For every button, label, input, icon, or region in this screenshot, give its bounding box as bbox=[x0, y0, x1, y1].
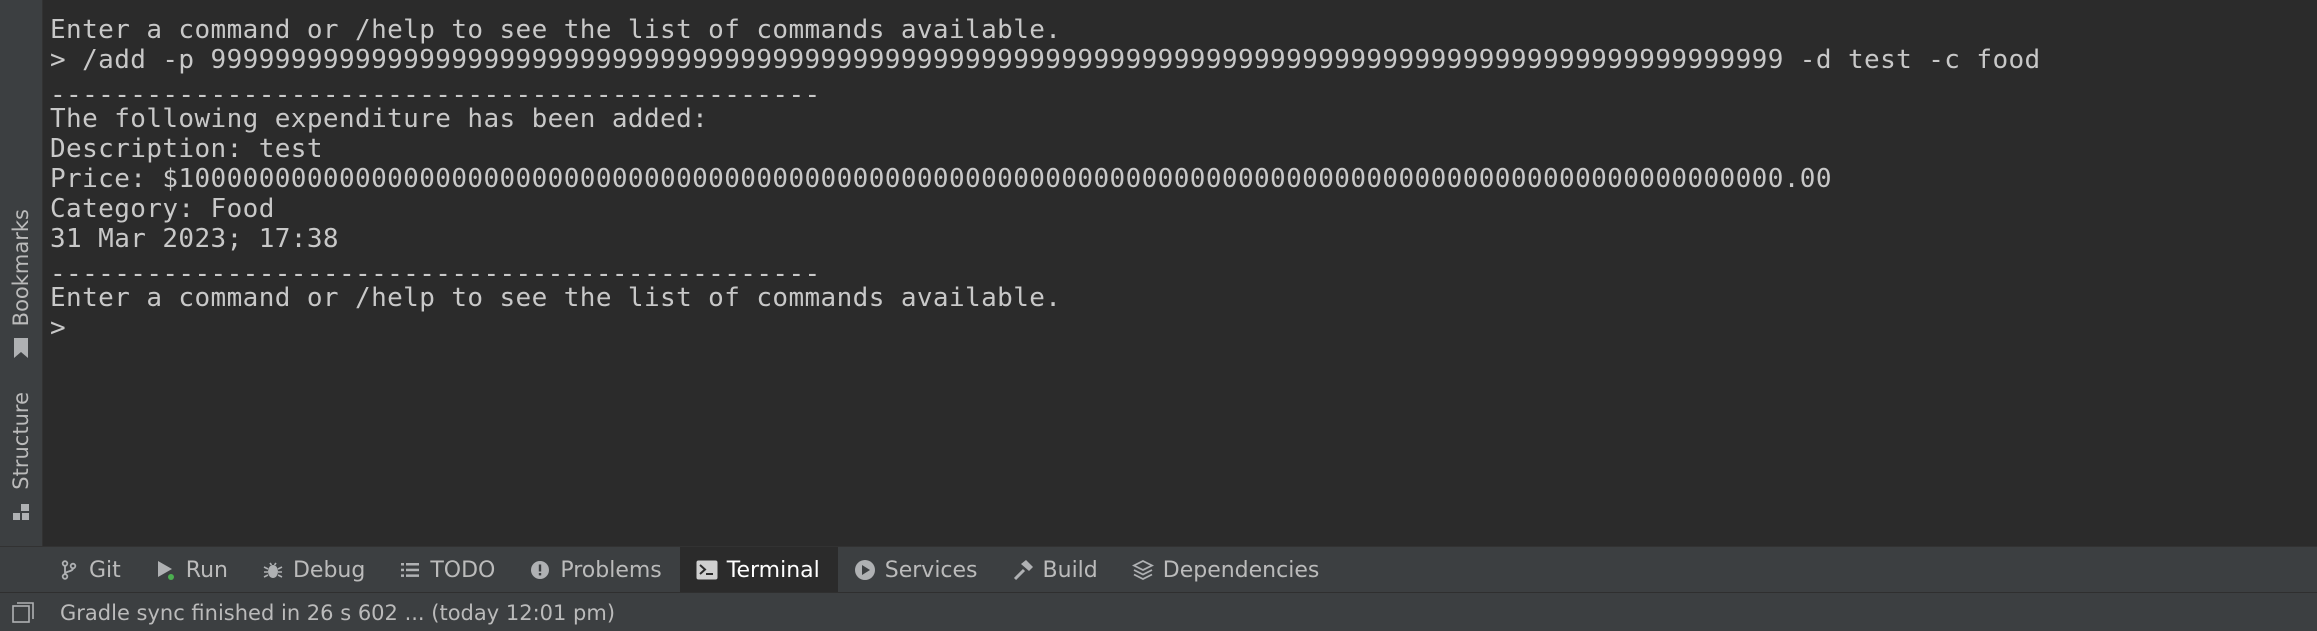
input-prompt[interactable]: > bbox=[50, 312, 66, 344]
command-line: > /add -p 999999999999999999999999999999… bbox=[50, 45, 2041, 75]
side-tab-structure-label: Structure bbox=[9, 392, 33, 490]
git-branch-icon bbox=[58, 559, 80, 581]
side-tab-bookmarks-label: Bookmarks bbox=[9, 208, 33, 326]
terminal-icon bbox=[696, 559, 718, 581]
tab-services-label: Services bbox=[884, 557, 978, 583]
bug-icon bbox=[262, 559, 284, 581]
tab-terminal-label: Terminal bbox=[726, 557, 820, 583]
todo-list-icon bbox=[399, 559, 421, 581]
tool-window-bar: Git Run Debug TODO Problems Terminal Ser… bbox=[0, 546, 2317, 593]
separator-line: ----------------------------------------… bbox=[50, 0, 821, 14]
result-timestamp: 31 Mar 2023; 17:38 bbox=[50, 224, 339, 254]
tab-run-label: Run bbox=[185, 557, 228, 583]
prompt-message: Enter a command or /help to see the list… bbox=[50, 283, 1062, 313]
side-tab-structure[interactable]: Structure bbox=[0, 388, 42, 524]
status-bar: Gradle sync finished in 26 s 602 ... (to… bbox=[0, 592, 2317, 631]
tab-git[interactable]: Git bbox=[0, 547, 139, 593]
structure-icon bbox=[11, 500, 31, 524]
tab-build[interactable]: Build bbox=[996, 547, 1116, 593]
result-header: The following expenditure has been added… bbox=[50, 104, 709, 134]
tab-dependencies[interactable]: Dependencies bbox=[1116, 547, 1338, 593]
prompt-message: Enter a command or /help to see the list… bbox=[50, 15, 1062, 45]
layers-icon bbox=[1131, 559, 1154, 581]
hammer-icon bbox=[1012, 559, 1034, 581]
left-tool-strip: Bookmarks Structure bbox=[0, 0, 43, 546]
tab-debug-label: Debug bbox=[292, 557, 366, 583]
result-description: Description: test bbox=[50, 134, 323, 164]
tab-services[interactable]: Services bbox=[838, 547, 996, 593]
status-message[interactable]: Gradle sync finished in 26 s 602 ... (to… bbox=[60, 601, 615, 625]
tab-problems-label: Problems bbox=[560, 557, 662, 583]
tab-problems[interactable]: Problems bbox=[513, 547, 679, 593]
tab-git-label: Git bbox=[89, 557, 121, 583]
bookmark-icon bbox=[11, 336, 31, 360]
terminal-output[interactable]: ----------------------------------------… bbox=[43, 0, 2317, 546]
problems-icon bbox=[529, 559, 551, 581]
toggle-tool-windows-icon[interactable] bbox=[10, 600, 36, 626]
tab-terminal[interactable]: Terminal bbox=[679, 547, 838, 593]
tab-todo-label: TODO bbox=[430, 557, 496, 583]
result-category: Category: Food bbox=[50, 194, 275, 224]
tab-dependencies-label: Dependencies bbox=[1162, 557, 1320, 583]
services-icon bbox=[854, 559, 876, 581]
run-icon bbox=[155, 559, 177, 581]
tab-todo[interactable]: TODO bbox=[383, 547, 513, 593]
side-tab-bookmarks[interactable]: Bookmarks bbox=[0, 200, 42, 360]
tab-build-label: Build bbox=[1042, 557, 1098, 583]
tab-run[interactable]: Run bbox=[139, 547, 246, 593]
tab-debug[interactable]: Debug bbox=[246, 547, 383, 593]
result-price: Price: $10000000000000000000000000000000… bbox=[50, 164, 1832, 194]
